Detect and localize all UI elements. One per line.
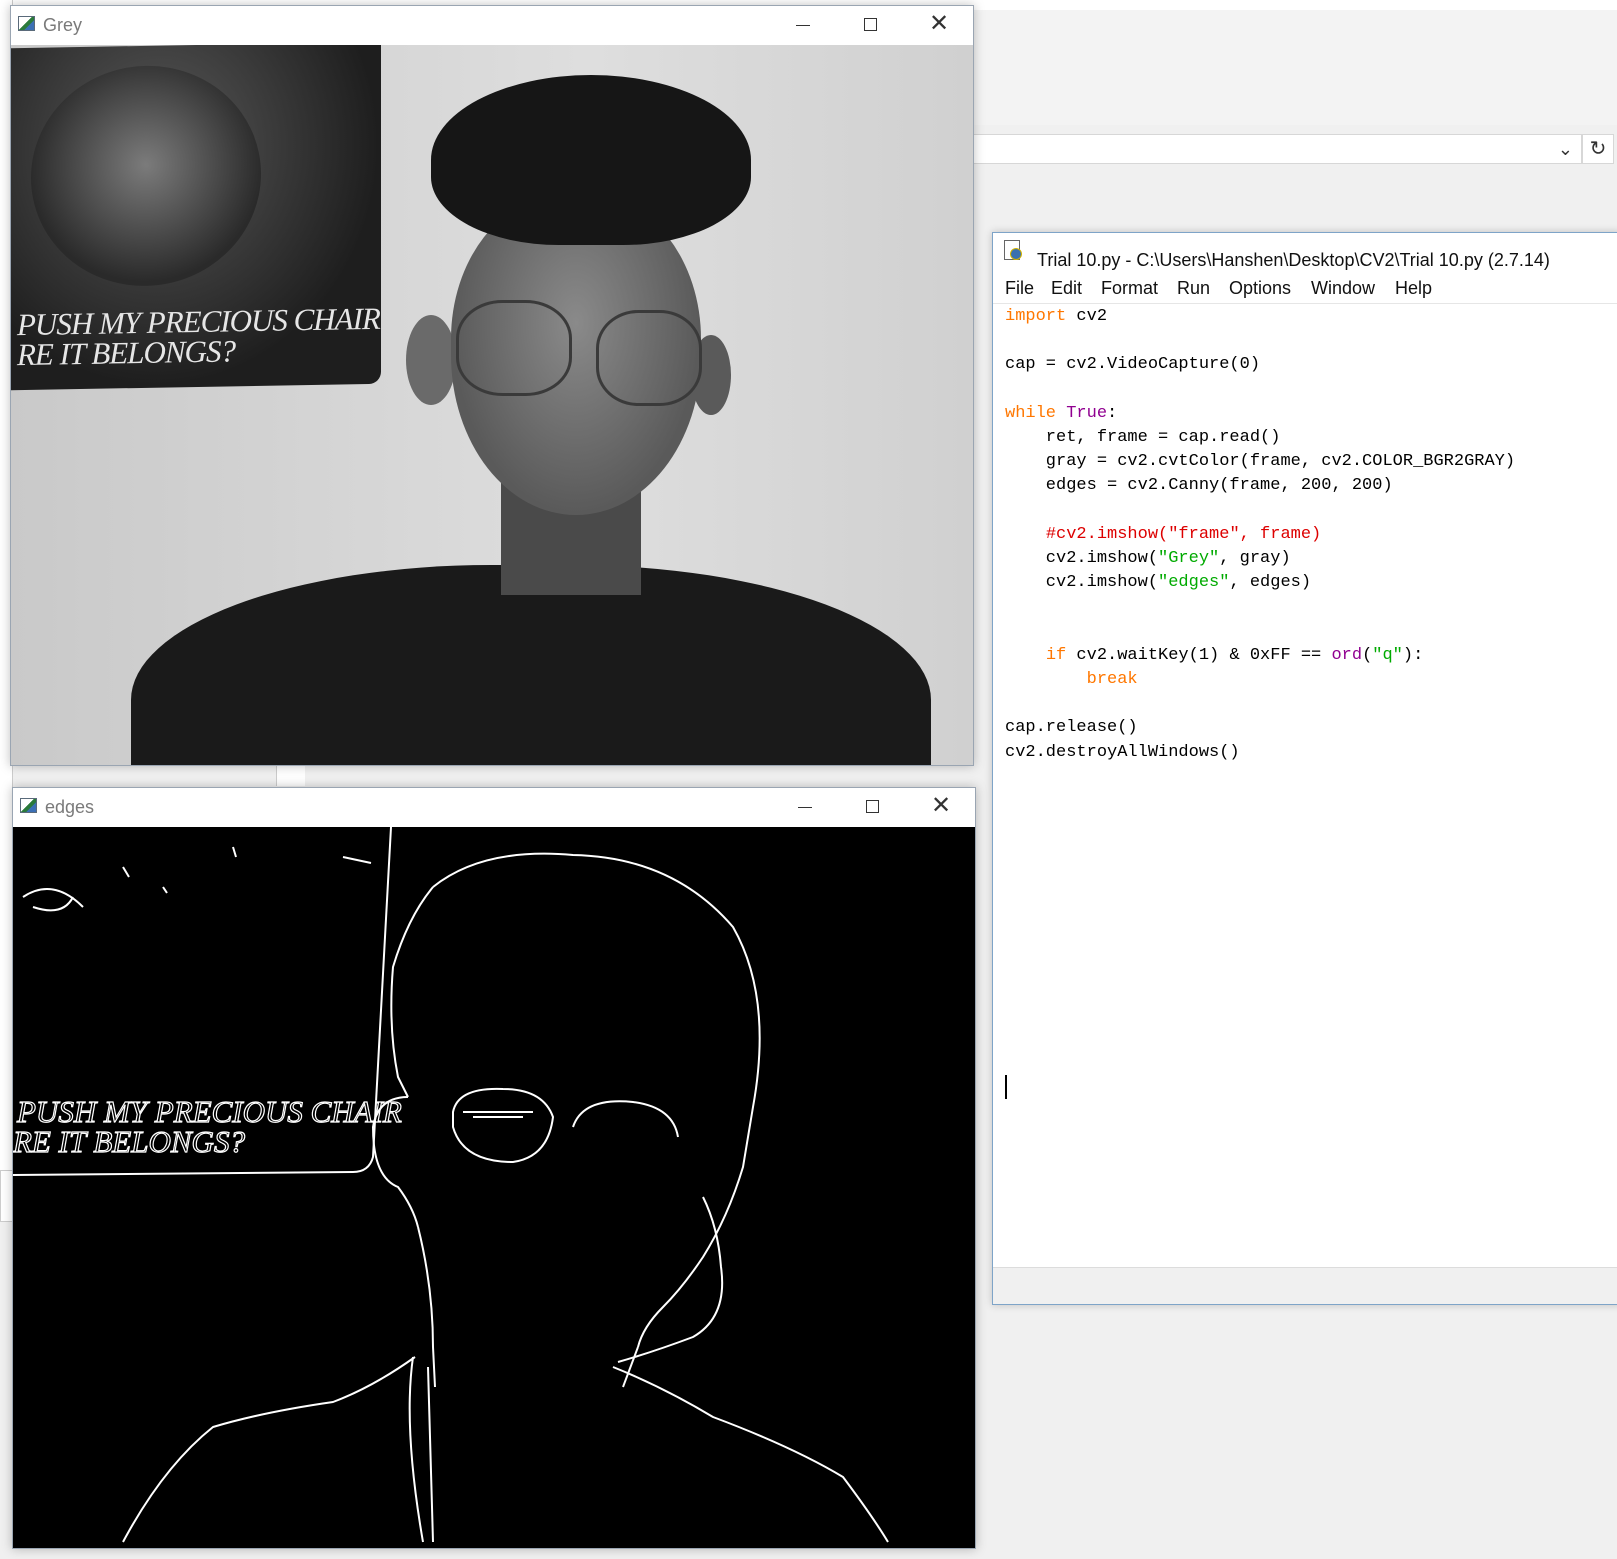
code-line[interactable]: edges = cv2.Canny(frame, 200, 200) — [1005, 476, 1393, 500]
code-line[interactable]: import cv2 — [1005, 307, 1107, 331]
maximize-button[interactable] — [839, 788, 907, 826]
poster-image: PUSH MY PRECIOUS CHAIR RE IT BELONGS? — [11, 45, 381, 391]
idle-status-bar — [993, 1267, 1617, 1304]
code-editor[interactable]: import cv2 cap = cv2.VideoCapture(0) while… — [993, 305, 1617, 1268]
edges-titlebar[interactable]: edges ✕ — [13, 788, 975, 826]
glasses-right-edge — [572, 1100, 679, 1138]
shoulder-left-edge — [122, 1356, 416, 1543]
code-line[interactable]: cv2.imshow("edges", edges) — [1005, 573, 1311, 597]
code-line[interactable]: ret, frame = cap.read() — [1005, 428, 1281, 452]
jaw-left-edge — [417, 1226, 436, 1388]
jaw-right-edge — [622, 1346, 639, 1388]
head-outline-edge — [432, 852, 761, 1348]
menu-help[interactable]: Help — [1395, 278, 1432, 299]
person-shirt — [131, 565, 931, 765]
menu-window[interactable]: Window — [1311, 278, 1375, 299]
edges-window[interactable]: edges ✕ PUSH MY PRECIOUS CHAIR RE IT BEL… — [12, 787, 976, 1549]
menu-edit[interactable]: Edit — [1051, 278, 1082, 299]
edge-detection-image: PUSH MY PRECIOUS CHAIR RE IT BELONGS? — [13, 827, 889, 1543]
close-button[interactable]: ✕ — [907, 788, 975, 826]
menu-options[interactable]: Options — [1229, 278, 1291, 299]
background-explorer-panel — [940, 10, 1617, 125]
menu-format[interactable]: Format — [1101, 278, 1158, 299]
maximize-button[interactable] — [837, 6, 905, 44]
poster-caption: PUSH MY PRECIOUS CHAIR RE IT BELONGS? — [17, 301, 380, 373]
code-line[interactable]: cv2.destroyAllWindows() — [1005, 743, 1240, 767]
poster-scribble-edge — [122, 846, 372, 894]
code-line[interactable]: break — [1005, 670, 1138, 694]
grey-titlebar[interactable]: Grey ✕ — [11, 6, 973, 44]
cable-down-edge — [408, 1356, 434, 1543]
minimize-button[interactable] — [769, 6, 837, 44]
shoulder-right-edge — [612, 1366, 889, 1543]
minimize-button[interactable] — [771, 788, 839, 826]
idle-menubar: File Edit Format Run Options Window Help — [993, 275, 1617, 304]
poster-caption-line2: RE IT BELONGS? — [17, 333, 235, 373]
code-line[interactable]: cv2.imshow("Grey", gray) — [1005, 549, 1291, 573]
edges-video-frame: PUSH MY PRECIOUS CHAIR RE IT BELONGS? — [13, 827, 975, 1548]
background-address-bar[interactable]: ⌄ — [968, 134, 1582, 164]
text-cursor — [1005, 1075, 1007, 1099]
code-line[interactable]: cap = cv2.VideoCapture(0) — [1005, 355, 1260, 379]
code-line[interactable]: if cv2.waitKey(1) & 0xFF == ord("q"): — [1005, 646, 1423, 670]
grey-window-title: Grey — [43, 15, 83, 35]
idle-titlebar[interactable]: Trial 10.py - C:\Users\Hanshen\Desktop\C… — [993, 233, 1617, 270]
glasses-left-edge — [452, 1087, 555, 1164]
close-button[interactable]: ✕ — [905, 6, 973, 44]
person-hair — [431, 75, 751, 245]
poster-caption-edge-line2: RE IT BELONGS? — [13, 1124, 245, 1159]
chevron-down-icon[interactable]: ⌄ — [1558, 139, 1573, 160]
window-app-icon — [18, 16, 35, 31]
refresh-icon[interactable]: ↻ — [1582, 134, 1614, 164]
person-ear — [406, 315, 456, 405]
grey-window[interactable]: Grey ✕ PUSH MY PRECIOUS CHAIR RE IT BELO… — [10, 5, 974, 766]
grey-video-frame: PUSH MY PRECIOUS CHAIR RE IT BELONGS? — [11, 45, 973, 765]
code-line[interactable]: while True: — [1005, 404, 1117, 428]
idle-window-title: Trial 10.py - C:\Users\Hanshen\Desktop\C… — [1037, 250, 1550, 270]
menu-file[interactable]: File — [1005, 278, 1034, 299]
code-line[interactable]: #cv2.imshow("frame", frame) — [1005, 525, 1321, 549]
glasses-lens-left — [456, 300, 572, 396]
window-app-icon — [20, 798, 37, 813]
earphone-cable-edge — [617, 1196, 724, 1363]
python-file-icon — [1004, 240, 1022, 260]
glasses-lens-right — [596, 310, 702, 406]
eye-edge — [463, 1111, 533, 1118]
code-line[interactable]: cap.release() — [1005, 718, 1138, 742]
menu-run[interactable]: Run — [1177, 278, 1210, 299]
idle-editor-window[interactable]: Trial 10.py - C:\Users\Hanshen\Desktop\C… — [992, 232, 1617, 1305]
poster-face — [31, 63, 261, 288]
edges-window-title: edges — [45, 797, 95, 817]
poster-eye-edge — [22, 888, 84, 912]
hair-left-edge — [390, 886, 434, 1098]
code-line[interactable]: gray = cv2.cvtColor(frame, cv2.COLOR_BGR… — [1005, 452, 1515, 476]
